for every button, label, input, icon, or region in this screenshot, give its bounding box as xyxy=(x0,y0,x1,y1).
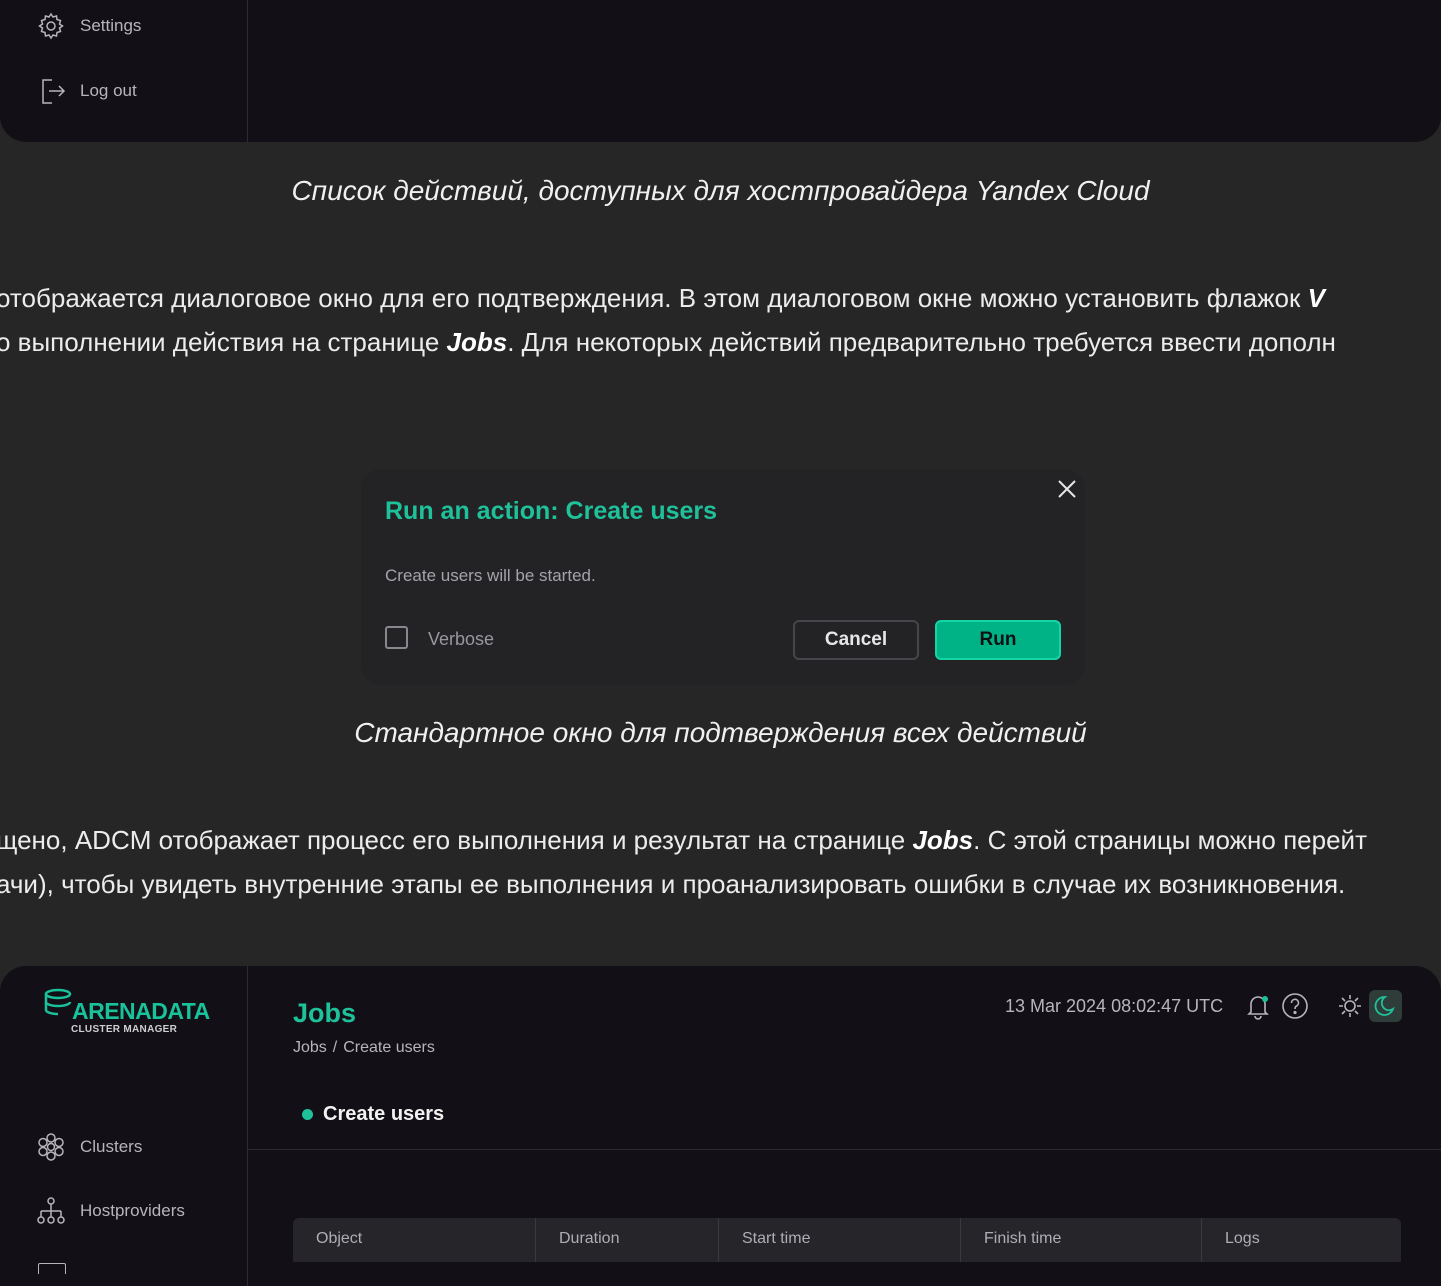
column-header-start-time[interactable]: Start time xyxy=(719,1218,961,1262)
text-run: ачи), чтобы увидеть внутренние этапы ее … xyxy=(0,869,1346,899)
bell-icon[interactable] xyxy=(1243,991,1273,1021)
text-run: . С этой страницы можно перейт xyxy=(973,825,1367,855)
top-screenshot: Settings Log out xyxy=(0,0,1441,142)
column-header-object[interactable]: Object xyxy=(293,1218,536,1262)
breadcrumb: Jobs / Create users xyxy=(293,1039,441,1057)
cancel-button[interactable]: Cancel xyxy=(793,620,919,660)
sidebar-item-icon xyxy=(38,1263,66,1274)
column-header-finish-time[interactable]: Finish time xyxy=(961,1218,1202,1262)
logo-icon xyxy=(44,988,72,1016)
run-button[interactable]: Run xyxy=(935,620,1061,660)
column-header-duration[interactable]: Duration xyxy=(536,1218,719,1262)
light-theme-icon[interactable] xyxy=(1335,991,1365,1021)
text-run: . Для некоторых действий предварительно … xyxy=(507,327,1336,357)
clusters-icon xyxy=(38,1133,64,1161)
sidebar-item-clusters[interactable]: Clusters xyxy=(36,1132,142,1162)
sidebar: Settings Log out xyxy=(0,0,248,142)
bottom-screenshot: ARENADATA CLUSTER MANAGER Clusters Hostp… xyxy=(0,966,1441,1286)
sidebar-item-logout[interactable]: Log out xyxy=(36,76,137,106)
sidebar-item-label: Clusters xyxy=(80,1137,143,1156)
dialog-title: Run an action: Create users xyxy=(385,497,718,525)
sidebar-item-label: Settings xyxy=(80,16,142,35)
text-run: о выполнении действия на странице xyxy=(0,327,447,357)
sidebar-item-label: Log out xyxy=(80,81,137,100)
divider xyxy=(248,1149,1441,1150)
run-action-dialog: Run an action: Create users Create users… xyxy=(361,469,1085,685)
close-icon[interactable] xyxy=(1055,477,1079,501)
job-name: Create users xyxy=(323,1103,445,1125)
text-run: щено, ADCM отображает процесс его выполн… xyxy=(0,825,913,855)
table-header: Object Duration Start time Finish time L… xyxy=(293,1218,1401,1262)
body-paragraph: щено, ADCM отображает процесс его выполн… xyxy=(0,818,1441,906)
figure-caption: Список действий, доступных для хостпрова… xyxy=(291,175,1150,206)
page-title: Jobs xyxy=(293,998,357,1028)
job-title-row: Create users xyxy=(302,1103,444,1126)
breadcrumb-item-jobs[interactable]: Jobs xyxy=(293,1039,327,1056)
dialog-message: Create users will be started. xyxy=(385,566,596,585)
breadcrumb-item-current: Create users xyxy=(343,1039,435,1056)
body-paragraph: отображается диалоговое окно для его под… xyxy=(0,276,1441,364)
breadcrumb-separator: / xyxy=(332,1039,338,1056)
dark-theme-toggle[interactable] xyxy=(1369,990,1402,1022)
sidebar-item-label: Hostproviders xyxy=(80,1201,185,1220)
verbose-checkbox[interactable] xyxy=(385,626,408,649)
moon-icon xyxy=(1374,996,1395,1016)
figure-caption: Стандартное окно для подтверждения всех … xyxy=(354,717,1087,748)
logout-icon xyxy=(42,79,66,104)
logo-name: ARENADATA xyxy=(72,998,210,1024)
arenadata-logo[interactable]: ARENADATA CLUSTER MANAGER xyxy=(44,988,210,1035)
column-header-logs[interactable]: Logs xyxy=(1202,1218,1401,1262)
status-dot xyxy=(302,1109,313,1120)
gear-icon xyxy=(38,12,64,40)
hostproviders-icon xyxy=(37,1197,65,1224)
jobs-link[interactable]: Jobs xyxy=(912,825,973,855)
sidebar-item-hostproviders[interactable]: Hostproviders xyxy=(36,1196,185,1226)
logo-subtitle: CLUSTER MANAGER xyxy=(71,1024,178,1035)
verbose-label[interactable]: Verbose xyxy=(428,629,494,650)
sidebar-item-settings[interactable]: Settings xyxy=(36,11,141,41)
text-run: отображается диалоговое окно для его под… xyxy=(0,283,1308,313)
help-icon[interactable] xyxy=(1280,991,1310,1021)
text-run-bold: V xyxy=(1307,283,1325,313)
clock: 13 Mar 2024 08:02:47 UTC xyxy=(1005,996,1224,1016)
sidebar: ARENADATA CLUSTER MANAGER Clusters Hostp… xyxy=(0,966,248,1286)
jobs-link[interactable]: Jobs xyxy=(447,327,508,357)
